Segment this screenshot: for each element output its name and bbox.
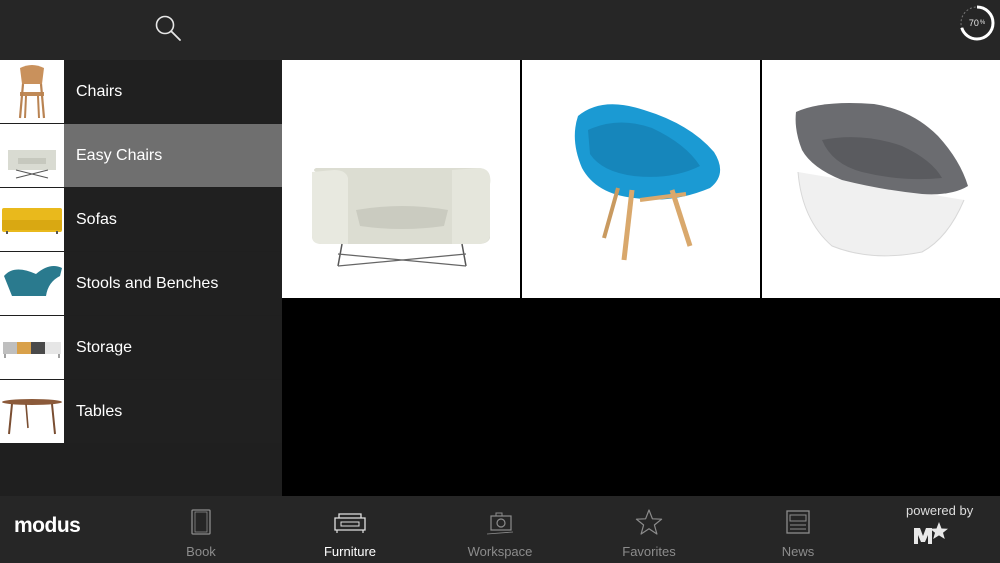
book-icon xyxy=(191,509,211,535)
search-icon xyxy=(155,15,181,41)
stools-thumbnail xyxy=(0,252,64,315)
mag-logo xyxy=(914,522,948,544)
camera-icon xyxy=(486,512,514,535)
category-label: Chairs xyxy=(64,60,282,123)
category-label: Stools and Benches xyxy=(64,252,282,315)
tab-label: Furniture xyxy=(323,544,377,559)
category-label: Tables xyxy=(64,380,282,443)
category-item-tables[interactable]: Tables xyxy=(0,380,282,443)
category-item-easy-chairs[interactable]: Easy Chairs xyxy=(0,124,282,187)
tab-label: Book xyxy=(186,544,216,559)
bottom-tab-bar: modus Book Furniture Workspace Favorites… xyxy=(0,496,1000,563)
tab-workspace[interactable]: Workspace xyxy=(460,496,540,563)
category-item-stools-and-benches[interactable]: Stools and Benches xyxy=(0,252,282,315)
tab-news[interactable]: News xyxy=(772,496,824,563)
product-tile[interactable] xyxy=(762,60,1000,298)
tab-label: News xyxy=(781,544,815,559)
progress-unit: % xyxy=(979,20,986,26)
category-label: Sofas xyxy=(64,188,282,251)
category-item-sofas[interactable]: Sofas xyxy=(0,188,282,251)
product-grid xyxy=(282,60,1000,496)
category-sidebar: Chairs Easy Chairs Sofas Stools and Benc… xyxy=(0,60,282,496)
lounge-chair-image xyxy=(312,168,491,267)
tab-label: Favorites xyxy=(622,544,676,559)
category-item-chairs[interactable]: Chairs xyxy=(0,60,282,123)
egg-chair-image xyxy=(795,103,968,257)
sofas-thumbnail xyxy=(0,188,64,251)
top-bar: 70% xyxy=(0,0,1000,60)
storage-thumbnail xyxy=(0,316,64,379)
product-tile[interactable] xyxy=(282,60,520,298)
product-tile[interactable] xyxy=(522,60,760,298)
chairs-thumbnail xyxy=(0,60,64,123)
search-button[interactable] xyxy=(152,12,186,46)
powered-by-label: powered by xyxy=(906,503,974,518)
progress-value: 70 xyxy=(968,18,979,28)
tab-book[interactable]: Book xyxy=(170,496,232,563)
brand-logo: modus xyxy=(14,514,81,537)
newspaper-icon xyxy=(786,510,810,534)
download-progress-indicator[interactable]: 70% xyxy=(958,4,996,42)
easy-chairs-thumbnail xyxy=(0,124,64,187)
blue-shell-chair-image xyxy=(574,104,721,261)
category-label: Easy Chairs xyxy=(64,124,282,187)
category-label: Storage xyxy=(64,316,282,379)
tab-furniture[interactable]: Furniture xyxy=(316,496,384,563)
tab-label: Workspace xyxy=(467,544,533,559)
sofa-icon xyxy=(334,513,366,533)
tab-favorites[interactable]: Favorites xyxy=(614,496,684,563)
progress-label: 70% xyxy=(958,4,996,42)
category-item-storage[interactable]: Storage xyxy=(0,316,282,379)
star-icon xyxy=(635,509,663,535)
tables-thumbnail xyxy=(0,380,64,443)
